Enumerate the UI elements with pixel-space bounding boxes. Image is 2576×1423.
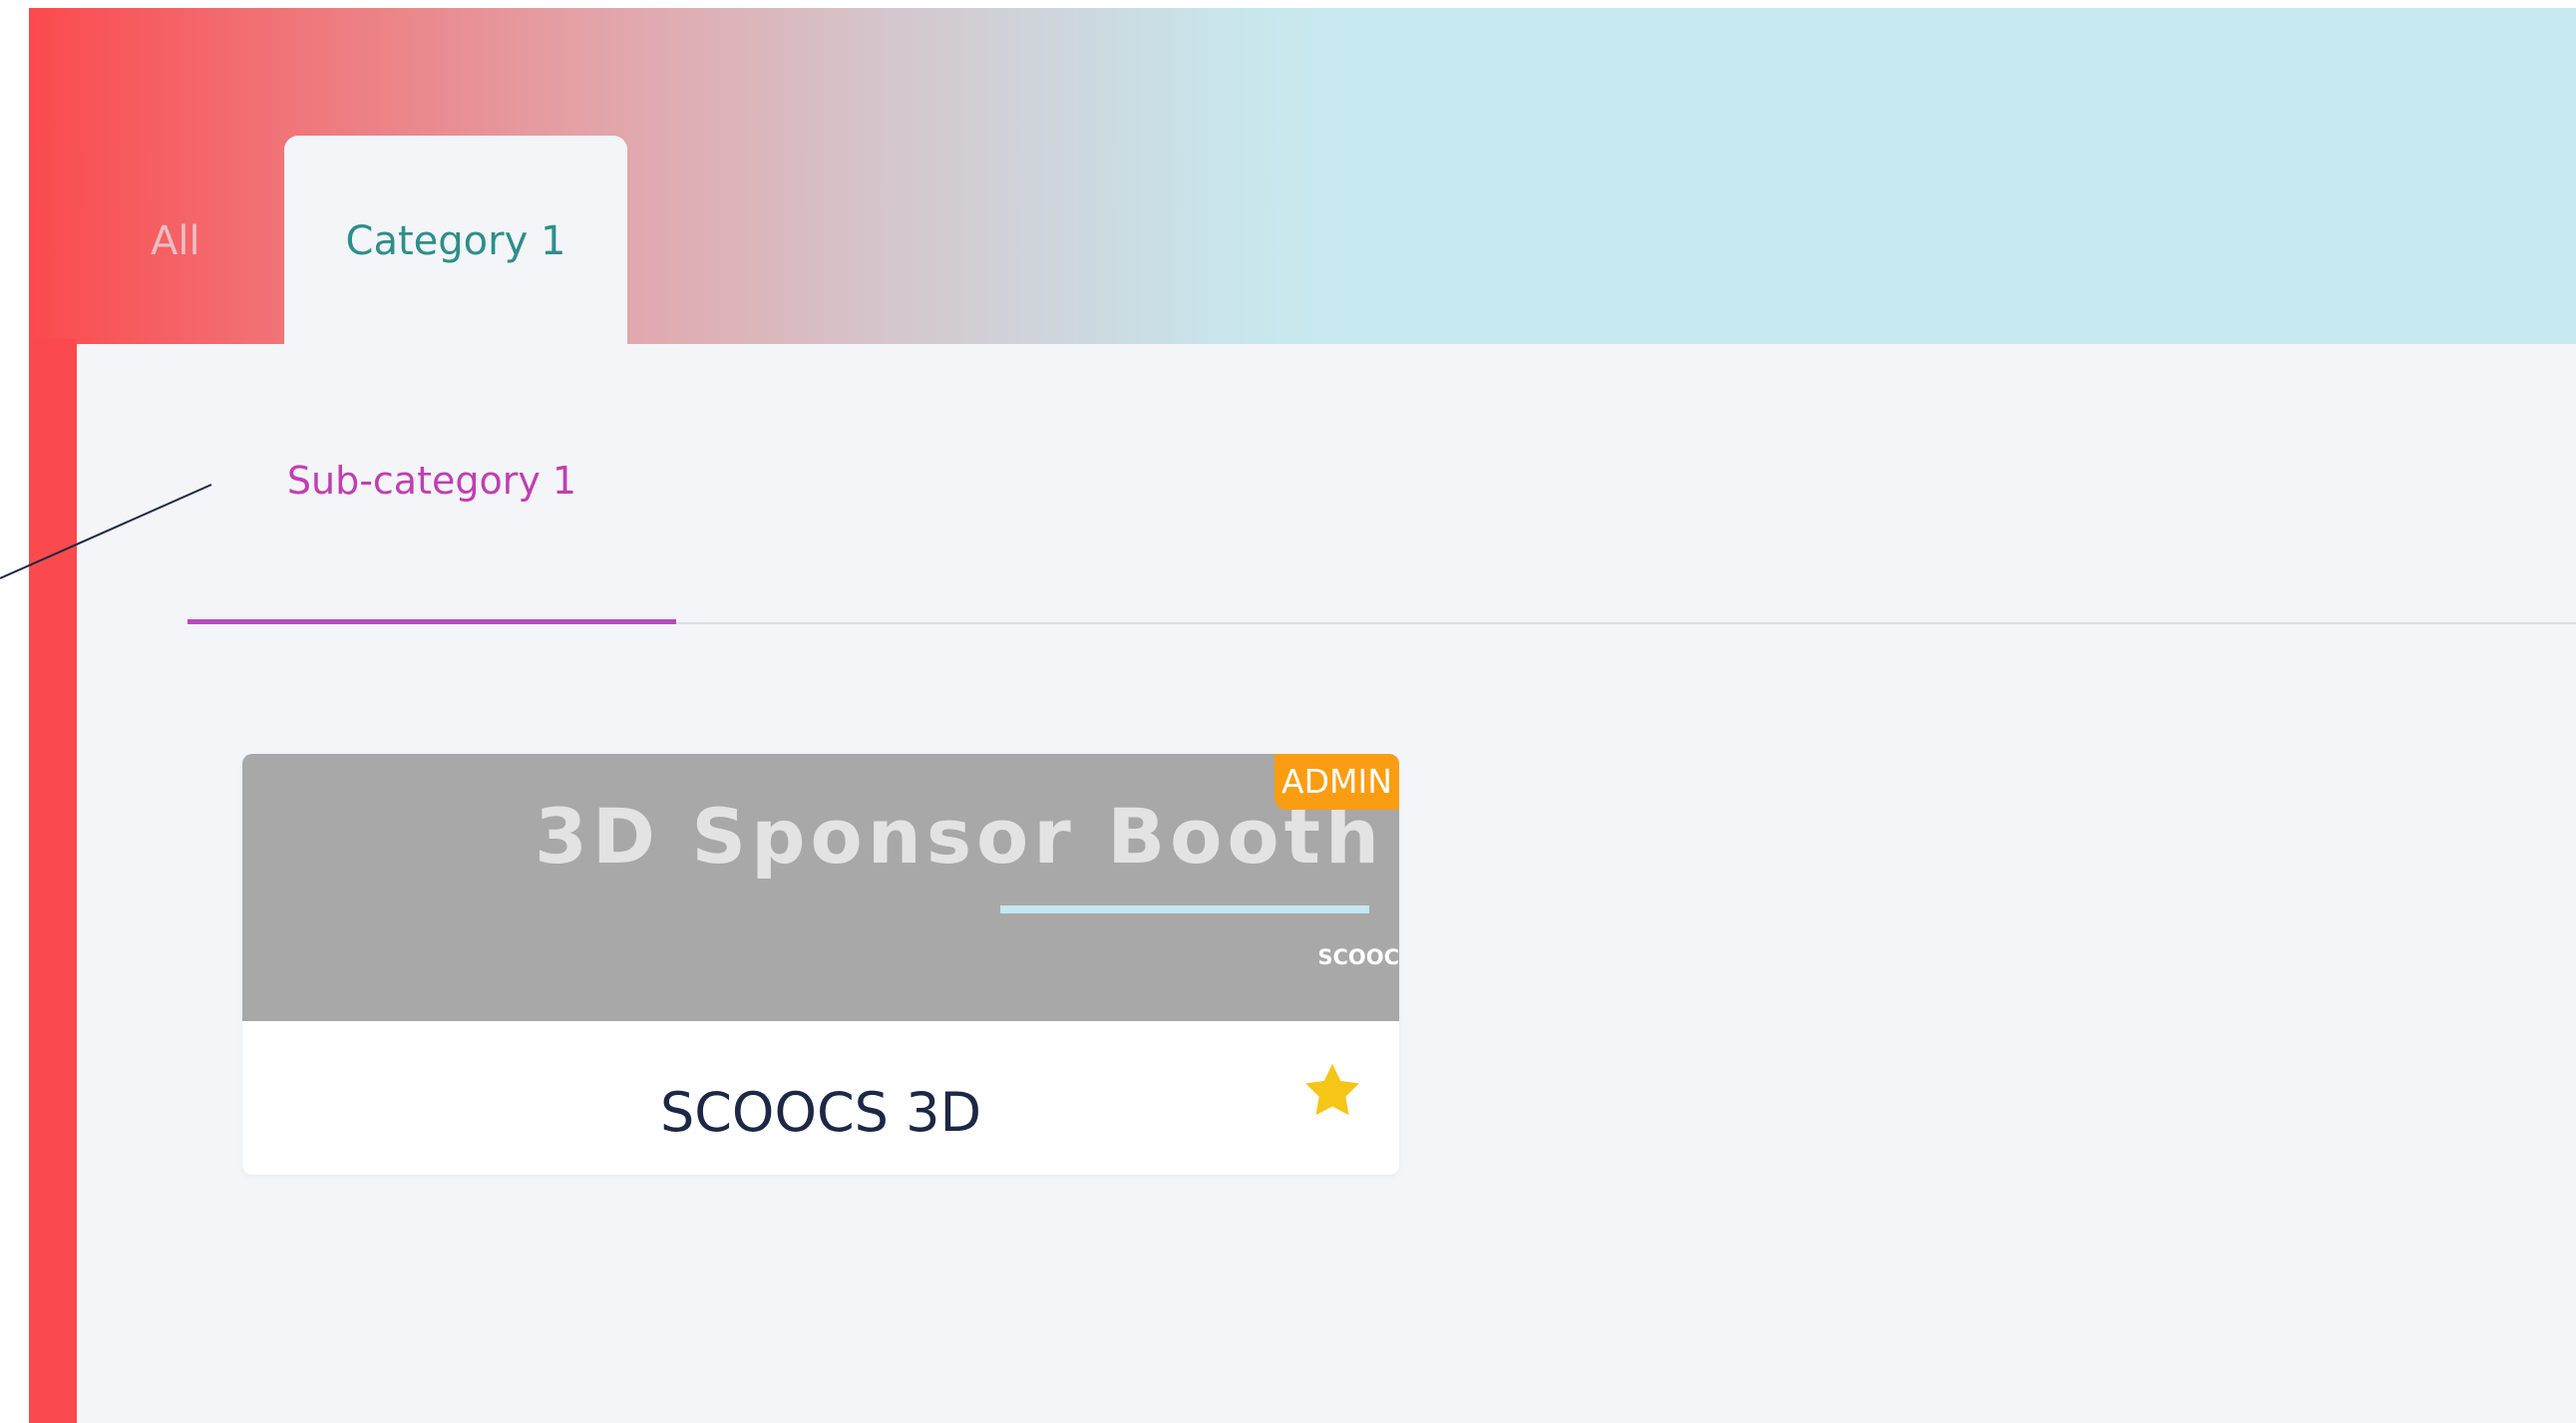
tab-category-1-label: Category 1 xyxy=(345,218,566,264)
banner-underline xyxy=(1000,905,1369,913)
admin-badge: ADMIN xyxy=(1275,754,1399,810)
booth-card[interactable]: 3D Sponsor Booth SCOOC ADMIN SCOOCS 3D xyxy=(242,754,1399,1175)
card-banner-image: 3D Sponsor Booth SCOOC xyxy=(242,754,1399,1021)
banner-logo: SCOOC xyxy=(1317,945,1399,969)
subtab-divider xyxy=(676,622,2576,624)
card-title: SCOOCS 3D xyxy=(659,1081,982,1144)
subtab-sub-category-1[interactable]: Sub-category 1 xyxy=(187,461,676,501)
tab-category-1[interactable]: Category 1 xyxy=(284,136,627,347)
banner-title: 3D Sponsor Booth xyxy=(534,792,1384,881)
subtab-active-underline xyxy=(187,619,676,624)
star-icon[interactable] xyxy=(1299,1059,1365,1123)
tab-all[interactable]: All xyxy=(151,221,200,261)
left-accent-strip xyxy=(29,339,77,1423)
